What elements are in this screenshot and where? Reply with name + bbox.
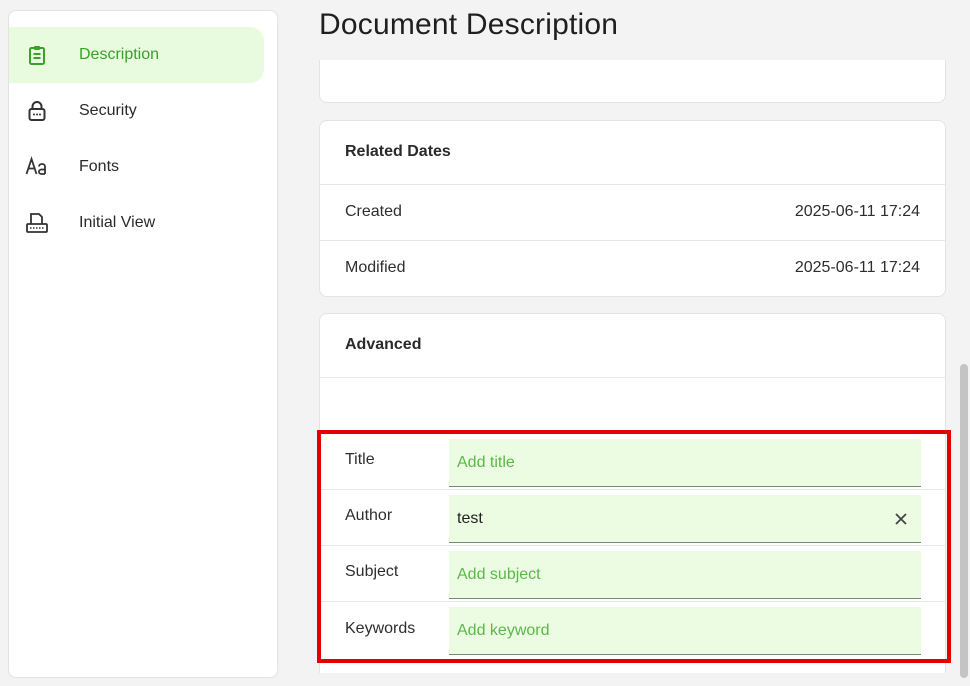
keywords-label: Keywords	[345, 620, 416, 637]
subject-field[interactable]	[449, 551, 921, 599]
subject-input[interactable]	[449, 551, 921, 598]
author-input[interactable]	[449, 495, 921, 542]
divider	[320, 545, 945, 546]
divider	[320, 184, 945, 185]
print-view-icon	[26, 213, 48, 233]
lock-icon	[28, 101, 46, 121]
sidebar-item-label: Fonts	[79, 158, 120, 175]
title-label: Title	[345, 451, 375, 468]
close-icon[interactable]	[893, 511, 909, 527]
sidebar-item-label: Description	[79, 46, 160, 63]
title-input[interactable]	[449, 439, 921, 486]
page-title: Document Description	[319, 8, 619, 41]
keywords-field[interactable]	[449, 607, 921, 655]
divider	[320, 240, 945, 241]
author-label: Author	[345, 507, 393, 524]
divider	[320, 377, 945, 378]
divider	[320, 489, 945, 490]
sidebar: Description Security Fonts Initial View	[8, 10, 278, 678]
scrollbar[interactable]	[960, 364, 968, 678]
card-header: Advanced	[345, 336, 422, 353]
subject-label: Subject	[345, 563, 399, 580]
author-field[interactable]	[449, 495, 921, 543]
description-card	[319, 60, 946, 103]
title-field[interactable]	[449, 439, 921, 487]
sidebar-item-fonts[interactable]: Fonts	[9, 139, 264, 195]
card-header: Related Dates	[345, 143, 451, 160]
sidebar-item-label: Initial View	[79, 214, 156, 231]
modified-label: Modified	[345, 259, 406, 276]
font-icon	[25, 156, 46, 175]
divider	[320, 601, 945, 602]
clipboard-icon	[29, 46, 45, 65]
sidebar-item-label: Security	[79, 102, 137, 119]
sidebar-item-initial-view[interactable]: Initial View	[9, 195, 264, 251]
created-label: Created	[345, 203, 402, 220]
keywords-input[interactable]	[449, 607, 921, 654]
sidebar-item-description[interactable]: Description	[9, 27, 264, 83]
sidebar-item-security[interactable]: Security	[9, 83, 264, 139]
related-dates-card: Related Dates Created 2025-06-11 17:24 M…	[319, 120, 946, 297]
created-value: 2025-06-11 17:24	[794, 203, 920, 220]
modified-value: 2025-06-11 17:24	[794, 259, 920, 276]
